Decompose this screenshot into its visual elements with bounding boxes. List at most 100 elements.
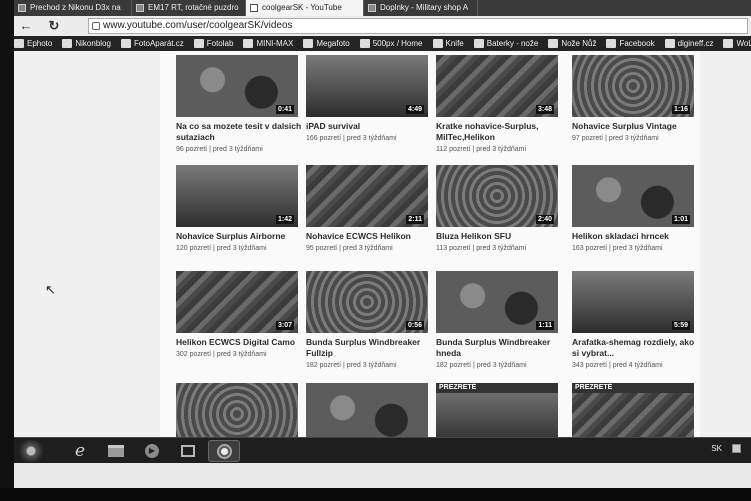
upload-age: pred 3 týždňami — [346, 362, 397, 369]
bookmark-item[interactable]: 500px / Home — [359, 39, 423, 48]
bookmarks-bar: Ephoto Nikonblog FotoAparát.cz Fotolab MINI-… — [14, 36, 751, 51]
bookmark-item[interactable]: Megafoto — [303, 39, 350, 48]
explorer-folder-icon[interactable] — [100, 440, 132, 462]
wol-icon — [723, 39, 734, 48]
view-count: 182 pozretí — [436, 362, 472, 369]
video-card[interactable]: 0:56 Bunda Surplus Windbreaker Fullzip 182… — [306, 271, 434, 376]
video-duration: 2:40 — [535, 215, 554, 224]
video-thumbnail[interactable]: PREZRETÉ — [436, 383, 558, 437]
system-tray: SK — [711, 444, 741, 453]
video-title[interactable]: Nohavice ECWCS Helikon — [306, 231, 434, 242]
video-card[interactable]: 1:01 Helikon skladaci hrncek 163 pozretí |… — [572, 165, 700, 270]
bookmark-item[interactable]: WoL — [723, 39, 751, 48]
screen: Prechod z Nikonu D3x na EM17 RT, rotačné… — [14, 0, 751, 488]
video-card[interactable]: 2:40 Bluza Helikon SFU 113 pozretí | pred … — [436, 165, 564, 270]
video-duration: 0:56 — [405, 321, 424, 330]
video-card[interactable]: 1:11 Bunda Surplus Windbreaker hneda 182 p… — [436, 271, 564, 376]
tab-youtube[interactable]: coolgearSK - YouTube — [246, 0, 364, 16]
video-card[interactable]: 1:16 Nohavice Surplus Vintage 97 pozretí |… — [572, 55, 700, 160]
video-thumbnail[interactable]: 0:56 — [306, 271, 428, 333]
tab-nikon[interactable]: Prechod z Nikonu D3x na — [14, 0, 132, 16]
bookmark-label: FotoAparát.cz — [133, 39, 184, 48]
bookmark-label: Megafoto — [316, 39, 350, 48]
video-meta: 113 pozretí | pred 3 týždňami — [436, 244, 564, 253]
video-title[interactable]: Kratke nohavice-Surplus, MilTec,Helikon — [436, 121, 564, 143]
video-thumbnail[interactable]: 3:48 — [436, 55, 558, 117]
bookmark-label: 500px / Home — [372, 39, 423, 48]
video-thumbnail[interactable]: 2:40 — [436, 165, 558, 227]
video-card[interactable]: 2:11 Nohavice ECWCS Helikon 95 pozretí | p… — [306, 165, 434, 270]
reload-icon[interactable]: ↻ — [46, 18, 62, 34]
bookmark-item[interactable]: MINI-MAX — [243, 39, 293, 48]
bookmark-item[interactable]: Nikonblog — [62, 39, 111, 48]
video-title[interactable]: Arafatka-shemag rozdiely, ako si vybrat.… — [572, 337, 700, 359]
view-count: 96 pozretí — [176, 146, 208, 153]
tab-em17[interactable]: EM17 RT, rotačné puzdro — [132, 0, 246, 16]
video-title[interactable]: Nohavice Surplus Airborne — [176, 231, 304, 242]
video-thumbnail[interactable] — [176, 383, 298, 437]
chrome-icon[interactable] — [208, 440, 240, 462]
video-meta: 96 pozretí | pred 3 týždňami — [176, 145, 304, 154]
video-thumbnail[interactable]: 1:01 — [572, 165, 694, 227]
video-card[interactable]: 4:49 iPAD survival 166 pozretí | pred 3 tý… — [306, 55, 434, 160]
video-title[interactable]: Bunda Surplus Windbreaker hneda — [436, 337, 564, 359]
address-bar[interactable]: www.youtube.com/user/coolgearSK/videos — [88, 18, 748, 34]
view-count: 166 pozretí — [306, 135, 342, 142]
media-player-icon[interactable]: ▶ — [136, 440, 168, 462]
video-thumbnail[interactable]: 0:41 — [176, 55, 298, 117]
video-card[interactable]: 3:48 Kratke nohavice-Surplus, MilTec,Heli… — [436, 55, 564, 160]
video-card[interactable]: 1:42 Nohavice Surplus Airborne 120 pozretí… — [176, 165, 304, 270]
video-thumbnail[interactable]: 5:59 — [572, 271, 694, 333]
video-card[interactable]: PREZRETÉ — [572, 383, 700, 437]
video-title[interactable]: Na co sa mozete tesit v dalsich sutaziac… — [176, 121, 304, 143]
app-window-icon[interactable] — [172, 440, 204, 462]
video-title[interactable]: Helikon ECWCS Digital Camo — [176, 337, 304, 348]
tab-label: coolgearSK - YouTube — [262, 3, 342, 12]
video-card[interactable]: 3:07 Helikon ECWCS Digital Camo 302 pozret… — [176, 271, 304, 376]
video-card[interactable]: 0:41 Na co sa mozete tesit v dalsich suta… — [176, 55, 304, 160]
upload-age: pred 3 týždňami — [346, 135, 397, 142]
video-card[interactable]: PREZRETÉ — [436, 383, 564, 437]
upload-age: pred 3 týždňami — [216, 245, 267, 252]
video-thumbnail[interactable]: 4:49 — [306, 55, 428, 117]
video-meta: 120 pozretí | pred 3 týždňami — [176, 244, 304, 253]
bookmark-item[interactable]: Facebook — [606, 39, 655, 48]
video-title[interactable]: Bluza Helikon SFU — [436, 231, 564, 242]
bookmark-item[interactable]: Nože Nůž — [548, 39, 596, 48]
bookmark-label: Ephoto — [27, 39, 53, 48]
video-title[interactable]: iPAD survival — [306, 121, 434, 132]
video-thumbnail[interactable]: PREZRETÉ — [572, 383, 694, 437]
video-thumbnail[interactable]: 1:42 — [176, 165, 298, 227]
video-thumbnail[interactable]: 1:11 — [436, 271, 558, 333]
video-title[interactable]: Bunda Surplus Windbreaker Fullzip — [306, 337, 434, 359]
video-card[interactable] — [176, 383, 304, 437]
video-title[interactable]: Nohavice Surplus Vintage — [572, 121, 700, 132]
bookmark-item[interactable]: FotoAparát.cz — [120, 39, 184, 48]
view-count: 163 pozretí — [572, 245, 608, 252]
video-card[interactable] — [306, 383, 434, 437]
start-orb-icon[interactable] — [18, 440, 44, 462]
photo-site-icon — [303, 39, 314, 48]
video-title[interactable]: Helikon skladaci hrncek — [572, 231, 700, 242]
bookmark-item[interactable]: Knife — [432, 39, 464, 48]
bookmark-item[interactable]: Baterky - nože — [473, 39, 538, 48]
arrow-left-icon[interactable]: ← — [18, 18, 34, 34]
tab-military-shop[interactable]: Doplnky - Military shop A — [364, 0, 478, 16]
bookmark-item[interactable]: digineff.cz — [664, 39, 713, 48]
blog-icon — [62, 39, 73, 48]
video-thumbnail[interactable]: 2:11 — [306, 165, 428, 227]
bookmark-item[interactable]: Fotolab — [193, 39, 233, 48]
language-indicator[interactable]: SK — [711, 444, 722, 453]
video-grid: 0:41 Na co sa mozete tesit v dalsich suta… — [160, 51, 700, 437]
video-thumbnail[interactable]: 3:07 — [176, 271, 298, 333]
monitor-bezel — [0, 488, 751, 501]
video-card[interactable]: 5:59 Arafatka-shemag rozdiely, ako si vyb… — [572, 271, 700, 376]
bookmark-item[interactable]: Ephoto — [14, 39, 52, 48]
ie-icon[interactable]: e — [64, 440, 96, 462]
tab-label: EM17 RT, rotačné puzdro — [148, 3, 239, 12]
watched-badge: PREZRETÉ — [436, 383, 558, 393]
video-thumbnail[interactable]: 1:16 — [572, 55, 694, 117]
video-thumbnail[interactable] — [306, 383, 428, 437]
bookmark-label: Nikonblog — [75, 39, 111, 48]
flag-icon[interactable] — [732, 444, 741, 453]
